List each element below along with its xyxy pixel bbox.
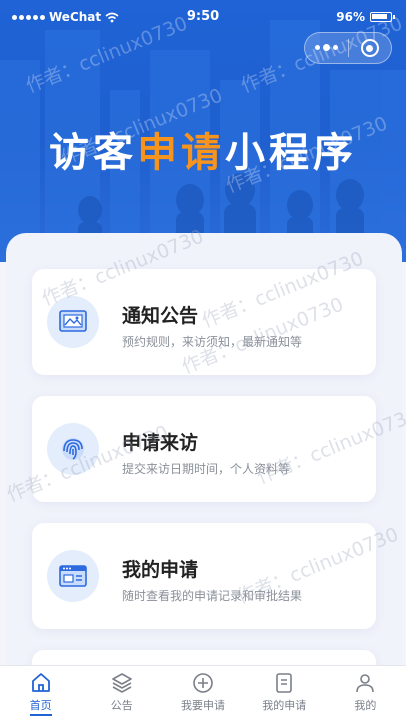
menu-card-notice[interactable]: 通知公告 预约规则，来访须知，最新通知等: [32, 269, 376, 375]
page-title: 访客申请小程序: [0, 120, 406, 178]
card-subtitle: 预约规则，来访须知，最新通知等: [122, 335, 303, 349]
layers-icon: [111, 673, 132, 693]
battery-percent: 96%: [336, 10, 365, 24]
card-title: 我的申请: [122, 559, 199, 581]
tab-home[interactable]: 首页: [0, 666, 81, 717]
card-subtitle: 随时查看我的申请记录和审批结果: [122, 589, 303, 603]
card-title: 申请来访: [122, 432, 199, 454]
document-icon: [276, 673, 293, 693]
plus-circle-icon: [193, 673, 213, 693]
tab-label: 公告: [110, 699, 133, 712]
card-title: 通知公告: [122, 305, 199, 327]
tab-bar: 首页 公告 我要申请 我的申请 我的: [0, 665, 406, 717]
tab-label: 我的: [354, 699, 377, 712]
tab-notice[interactable]: 公告: [81, 666, 162, 717]
tab-my-application[interactable]: 我的申请: [244, 666, 325, 717]
title-part1: 访客: [49, 130, 137, 176]
home-icon: [31, 673, 50, 692]
tab-label: 首页: [29, 697, 52, 716]
tab-apply[interactable]: 我要申请: [162, 666, 243, 717]
card-subtitle: 提交来访日期时间，个人资料等: [122, 462, 291, 476]
menu-card-my-application[interactable]: 我的申请 随时查看我的申请记录和审批结果: [32, 523, 376, 629]
tab-label: 我要申请: [181, 699, 225, 712]
title-part2: 小程序: [225, 130, 357, 176]
more-icon[interactable]: [305, 44, 348, 51]
hero-banner: 作者：cclinux0730 作者：cclinux0730 作者：cclinux…: [0, 0, 406, 262]
battery-icon: [370, 12, 395, 22]
tab-label: 我的申请: [262, 699, 307, 712]
status-bar: WeChat 9:50 96%: [0, 0, 406, 34]
title-highlight: 申请: [137, 130, 225, 176]
notice-image-icon: [47, 296, 99, 348]
menu-panel: 通知公告 预约规则，来访须知，最新通知等 申请来访 提交来访日期时间，个人资料等: [4, 225, 406, 680]
id-card-icon: [47, 550, 99, 602]
miniprogram-capsule: [304, 32, 392, 64]
close-target-icon[interactable]: [349, 39, 391, 57]
menu-card-apply-visit[interactable]: 申请来访 提交来访日期时间，个人资料等: [32, 396, 376, 502]
fingerprint-icon: [47, 423, 99, 475]
user-icon: [356, 674, 375, 693]
tab-mine[interactable]: 我的: [325, 666, 406, 717]
